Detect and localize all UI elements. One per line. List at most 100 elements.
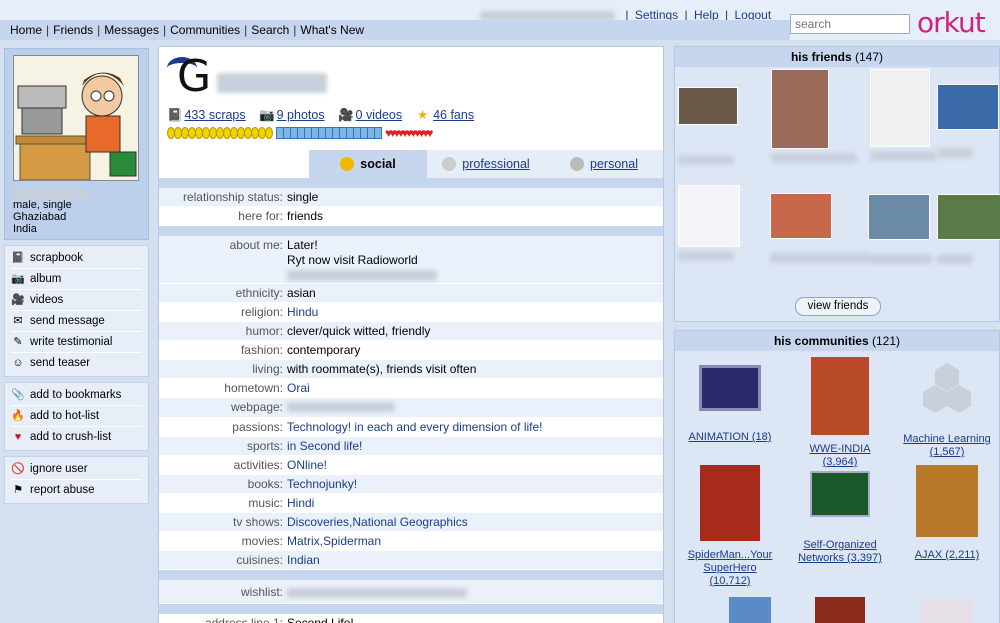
detail-row: fashion: contemporary: [159, 341, 663, 360]
community-item[interactable]: WWE-INDIA (3,964): [790, 357, 890, 469]
detail-row: ethnicity: asian: [159, 284, 663, 303]
page-title: G: [167, 55, 467, 99]
people-icon: [570, 157, 585, 171]
community-item[interactable]: [700, 597, 800, 623]
profile-actions-menu: 📓 scrapbook 📷 album 🎥 videos ✉ send message …: [4, 245, 149, 377]
friend-thumb[interactable]: [870, 69, 936, 164]
menu-write-testimonial[interactable]: ✎ write testimonial: [11, 332, 142, 353]
scrapbook-icon: 📓: [11, 251, 25, 264]
name-initial: G: [177, 51, 212, 102]
nav-home[interactable]: Home: [10, 23, 42, 37]
menu-album[interactable]: 📷 album: [11, 269, 142, 290]
friend-thumb[interactable]: [868, 194, 932, 267]
orkut-logo[interactable]: orkut: [917, 6, 986, 39]
friends-header: his friends (147): [675, 47, 999, 67]
menu-report-abuse[interactable]: ⚑ report abuse: [11, 480, 142, 501]
profile-full-name: [217, 73, 327, 93]
camera-icon: 📷: [11, 272, 25, 285]
nav-search[interactable]: Search: [251, 23, 289, 37]
menu-ignore-user[interactable]: 🚫 ignore user: [11, 459, 142, 480]
karma-ratings: ♥ ♥ ♥ ♥ ♥ ♥ ♥ ♥ ♥ ♥ ♥: [167, 126, 434, 141]
bookmark-icon: 📎: [11, 388, 25, 401]
lists-menu: 📎 add to bookmarks 🔥 add to hot-list ♥ add …: [4, 382, 149, 451]
community-item[interactable]: [897, 599, 997, 623]
left-sidebar: male, single Ghaziabad India 📓 scrapbook …: [4, 48, 149, 504]
friend-thumb[interactable]: [678, 185, 740, 264]
pen-icon: ✎: [13, 335, 23, 348]
tab-professional[interactable]: professional: [427, 150, 545, 178]
detail-row: activities: ONline!: [159, 456, 663, 475]
heart-icon: ♥: [14, 431, 22, 443]
nav-messages[interactable]: Messages: [104, 23, 159, 37]
menu-videos[interactable]: 🎥 videos: [11, 290, 142, 311]
profile-card: male, single Ghaziabad India: [4, 48, 149, 240]
detail-row: books: Technojunky!: [159, 475, 663, 494]
about-blurred: [287, 270, 437, 281]
friend-thumb[interactable]: [770, 193, 870, 266]
community-item[interactable]: AJAX (2,211): [897, 465, 997, 562]
cool-rating: [276, 127, 382, 141]
detail-row: here for: friends: [159, 207, 663, 226]
scrap-icon: 📓: [167, 108, 183, 122]
community-item[interactable]: Self-Organized Networks (3,397): [790, 471, 890, 565]
detail-row: passions: Technology! in each and every d…: [159, 418, 663, 437]
nav-friends[interactable]: Friends: [53, 23, 93, 37]
smiley-icon: ☺: [12, 357, 24, 369]
photos-link[interactable]: 9 photos: [277, 108, 325, 122]
friend-thumb[interactable]: [678, 87, 738, 168]
menu-scrapbook[interactable]: 📓 scrapbook: [11, 248, 142, 269]
menu-add-bookmarks[interactable]: 📎 add to bookmarks: [11, 385, 142, 406]
detail-row-about: about me: Later! Ryt now visit Radioworl…: [159, 236, 663, 284]
detail-row: movies: Matrix,Spiderman: [159, 532, 663, 551]
detail-row: cuisines: Indian: [159, 551, 663, 570]
menu-add-crush-list[interactable]: ♥ add to crush-list: [11, 427, 142, 448]
friend-thumb[interactable]: [937, 84, 999, 161]
detail-row: living: with roommate(s), friends visit o…: [159, 360, 663, 379]
fans-link[interactable]: 46 fans: [433, 108, 474, 122]
nav-communities[interactable]: Communities: [170, 23, 240, 37]
detail-row: tv shows: Discoveries,National Geographic…: [159, 513, 663, 532]
detail-row: relationship status: single: [159, 188, 663, 207]
webpage-blurred: [287, 402, 395, 412]
tab-personal[interactable]: personal: [545, 150, 663, 178]
search-input[interactable]: [790, 14, 910, 34]
community-item[interactable]: Machine Learning (1,567): [897, 359, 997, 459]
menu-send-message[interactable]: ✉ send message: [11, 311, 142, 332]
nav-whats-new[interactable]: What's New: [300, 23, 364, 37]
profile-country: India: [13, 223, 37, 235]
moderation-menu: 🚫 ignore user ⚑ report abuse: [4, 456, 149, 504]
wishlist-blurred: [287, 587, 467, 598]
star-icon: ★: [416, 108, 429, 122]
menu-add-hot-list[interactable]: 🔥 add to hot-list: [11, 406, 142, 427]
friend-thumb[interactable]: [937, 194, 1000, 267]
avatar: [13, 55, 139, 181]
friends-box: his friends (147) view friends: [674, 46, 1000, 322]
friend-thumb[interactable]: [771, 69, 857, 166]
view-friends-button[interactable]: view friends: [795, 297, 881, 316]
detail-row: music: Hindi: [159, 494, 663, 513]
sexy-rating: ♥ ♥ ♥ ♥ ♥ ♥ ♥ ♥ ♥ ♥ ♥: [385, 126, 434, 140]
right-sidebar: his friends (147) view friends his commu…: [674, 46, 1000, 623]
profile-main: G 📓 433 scraps 📷 9 photos 🎥 0 videos ★ 4…: [158, 46, 664, 623]
video-camera-icon: 🎥: [338, 108, 354, 122]
report-icon: ⚑: [13, 484, 23, 496]
flame-icon: 🔥: [11, 409, 25, 422]
profile-tabs: social professional personal: [309, 150, 663, 178]
profile-stats: 📓 433 scraps 📷 9 photos 🎥 0 videos ★ 46 …: [167, 107, 484, 123]
detail-row: webpage:: [159, 398, 663, 418]
scraps-link[interactable]: 433 scraps: [184, 108, 245, 122]
detail-row: religion: Hindu: [159, 303, 663, 322]
community-item[interactable]: ANIMATION (18): [680, 365, 780, 444]
default-community-icon: [917, 359, 977, 419]
profile-name: [13, 189, 88, 199]
detail-row: humor: clever/quick witted, friendly: [159, 322, 663, 341]
videos-link[interactable]: 0 videos: [356, 108, 403, 122]
person-icon: [442, 157, 457, 171]
social-details: relationship status: single here for: frie…: [159, 178, 663, 623]
community-item[interactable]: [790, 597, 890, 623]
person-icon: [340, 157, 355, 171]
ignore-icon: 🚫: [11, 462, 25, 475]
menu-send-teaser[interactable]: ☺ send teaser: [11, 353, 142, 374]
tab-social[interactable]: social: [309, 150, 427, 178]
community-item[interactable]: SpiderMan...Your SuperHero (10,712): [680, 465, 780, 588]
